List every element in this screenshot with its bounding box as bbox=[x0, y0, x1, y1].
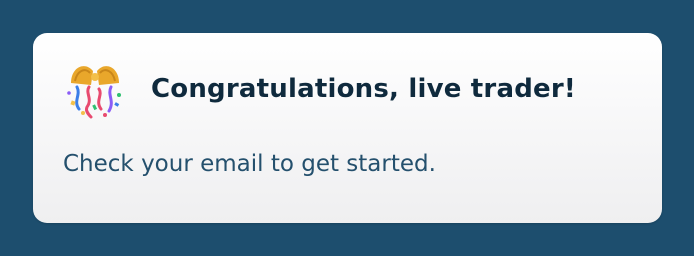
card-header: Congratulations, live trader! bbox=[63, 53, 576, 125]
notification-title: Congratulations, live trader! bbox=[151, 74, 576, 104]
confetti-ball-icon bbox=[67, 66, 121, 119]
notification-message: Check your email to get started. bbox=[63, 151, 436, 177]
congratulations-card: Congratulations, live trader! Check your… bbox=[33, 33, 662, 223]
